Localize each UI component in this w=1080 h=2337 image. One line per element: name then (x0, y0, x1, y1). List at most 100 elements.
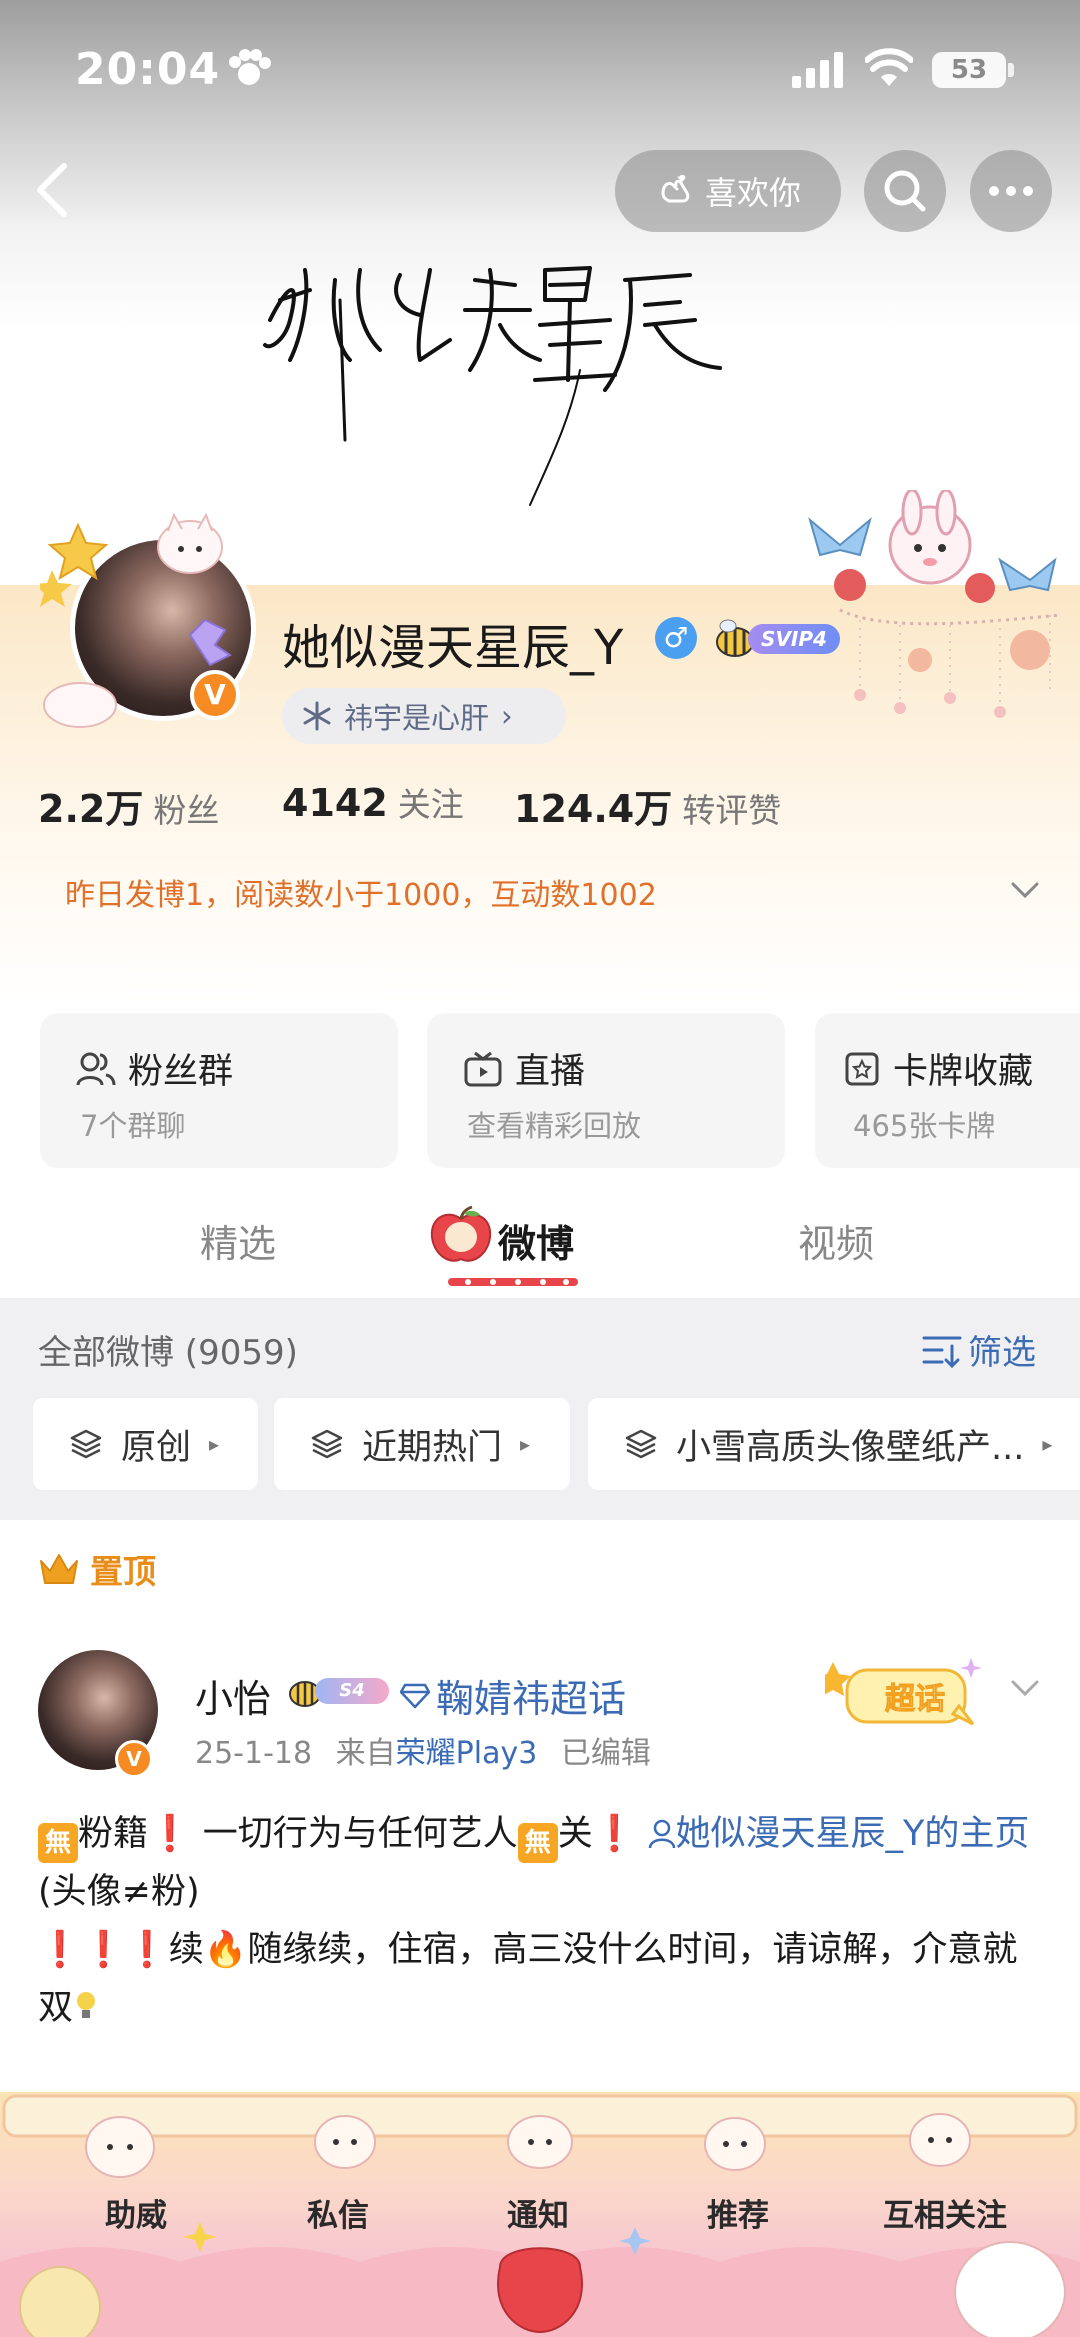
exclamation-icon: ❗ (81, 1930, 126, 1970)
live-subtitle: 查看精彩回放 (467, 1109, 642, 1143)
live-title-text: 直播 (515, 1052, 586, 1092)
chevron-right-icon: › (501, 699, 513, 733)
following-label: 关注 (397, 785, 464, 824)
chip-original-label: 原创 (121, 1427, 192, 1468)
activity-notice: 昨日发博1，阅读数小于1000，互动数1002 (65, 878, 657, 913)
fans-count: 2.2万 (38, 787, 144, 831)
all-posts-count: 全部微博 (9059) (38, 1333, 298, 1373)
apple-icon (430, 1205, 492, 1262)
nav-cheer[interactable]: 助威 (46, 2190, 226, 2235)
card-collection-title-text: 卡牌收藏 (893, 1052, 1034, 1092)
verified-badge: V (115, 1740, 153, 1778)
interactions-count: 124.4万 (514, 787, 673, 831)
chip-recent-hot-label: 近期热门 (362, 1427, 503, 1468)
post-text-c: 关 (557, 1814, 593, 1854)
snowflake-icon (303, 701, 331, 731)
chip-original[interactable]: 原创 ▸ (33, 1398, 258, 1490)
filter-icon (922, 1336, 962, 1368)
triangle-right-icon: ▸ (1042, 1432, 1053, 1456)
search-button[interactable] (864, 150, 946, 232)
filter-label: 筛选 (968, 1333, 1036, 1373)
search-icon (884, 170, 926, 212)
profile-avatar-frame[interactable]: V (40, 505, 260, 745)
like-label: 喜欢你 (704, 174, 801, 212)
nav-recommend[interactable]: 推荐 (648, 2190, 828, 2235)
group-chip[interactable]: 祎宇是心肝 › (282, 688, 566, 744)
card-star-icon (845, 1052, 879, 1085)
fan-group-title: 粉丝群 (76, 1043, 233, 1094)
fans-label: 粉丝 (153, 791, 220, 830)
like-button[interactable]: 喜欢你 (615, 150, 841, 232)
stat-interactions[interactable]: 124.4万 转评赞 (514, 778, 781, 833)
stat-fans[interactable]: 2.2万 粉丝 (38, 778, 219, 833)
diamond-icon (400, 1683, 430, 1708)
stat-following[interactable]: 4142 关注 (282, 778, 464, 826)
fire-icon: 🔥 (203, 1930, 248, 1970)
post-edited: 已编辑 (560, 1736, 651, 1771)
post-body: 無粉籍❗ 一切行为与任何艺人無关❗ 她似漫天星辰_Y的主页 (头像≠粉) ❗❗❗… (38, 1805, 1048, 2037)
tab-weibo[interactable]: 微博 (498, 1213, 574, 1268)
card-collection-card[interactable]: 卡牌收藏 465张卡牌 (815, 1013, 1080, 1168)
signature-calligraphy (263, 266, 722, 506)
level-badge-label: S4 (315, 1678, 389, 1704)
chevron-down-icon[interactable] (1005, 1668, 1045, 1708)
supertopic-badge[interactable]: 超话 (825, 1652, 985, 1734)
verified-badge: V (190, 670, 240, 720)
layers-icon (70, 1429, 102, 1459)
pinned-label: 置顶 (38, 1545, 156, 1593)
more-button[interactable] (970, 150, 1052, 232)
post-text-b: 一切行为与任何艺人 (202, 1814, 518, 1854)
filter-button[interactable]: 筛选 (922, 1325, 1036, 1374)
post-topic-label: 鞠婧祎超话 (436, 1677, 627, 1721)
status-time: 20:04 (75, 44, 221, 95)
tv-icon (464, 1051, 502, 1086)
tab-video[interactable]: 视频 (798, 1213, 874, 1268)
svip-label: SVIP4 (748, 624, 840, 654)
live-title: 直播 (463, 1043, 585, 1094)
layers-icon (311, 1429, 343, 1459)
male-gender-icon: ♂ (655, 617, 697, 659)
chip-recent-hot[interactable]: 近期热门 ▸ (274, 1398, 570, 1490)
pinned-text: 置顶 (90, 1552, 156, 1591)
triangle-right-icon: ▸ (209, 1432, 220, 1456)
signal-icon (792, 52, 843, 88)
post-meta: 25-1-18 来自荣耀Play3 已编辑 (195, 1728, 651, 1772)
post-author-name[interactable]: 小怡 (195, 1668, 271, 1723)
interactions-label: 转评赞 (682, 791, 782, 830)
fan-group-card[interactable]: 粉丝群 7个群聊 (40, 1013, 398, 1168)
exclamation-icon: ❗ (38, 1930, 82, 1970)
group-people-icon (76, 1052, 116, 1085)
card-collection-title: 卡牌收藏 (843, 1043, 1033, 1094)
profile-link[interactable]: 她似漫天星辰_Y的主页 (648, 1814, 1030, 1854)
chip-wallpaper[interactable]: 小雪高质头像壁纸产... ▸ (588, 1398, 1080, 1490)
post-date: 25-1-18 (195, 1736, 313, 1771)
profile-link-text: 她似漫天星辰_Y的主页 (675, 1814, 1030, 1854)
back-icon[interactable] (28, 160, 78, 220)
svip-badge[interactable]: SVIP4 (710, 618, 840, 660)
crown-icon (40, 1554, 78, 1584)
level-badge: S4 (285, 1672, 393, 1710)
layers-icon (625, 1429, 657, 1459)
following-count: 4142 (282, 781, 388, 825)
user-icon (648, 1819, 675, 1849)
chip-wallpaper-label: 小雪高质头像壁纸产... (676, 1427, 1025, 1468)
supertopic-badge-label: 超话 (885, 1682, 946, 1718)
post-topic-link[interactable]: 鞠婧祎超话 (400, 1668, 626, 1723)
exclamation-icon: ❗ (592, 1814, 637, 1854)
tab-featured[interactable]: 精选 (200, 1213, 276, 1268)
nav-messages[interactable]: 私信 (248, 2190, 428, 2235)
post-source[interactable]: 荣耀Play3 (396, 1736, 538, 1771)
nav-mutual-follow[interactable]: 互相关注 (855, 2190, 1035, 2235)
group-chip-label: 祎宇是心肝 (344, 701, 490, 735)
tab-underline-ribbon (448, 1278, 578, 1286)
paw-icon (229, 49, 271, 85)
chevron-down-icon[interactable] (1005, 870, 1045, 910)
nav-notifications[interactable]: 通知 (448, 2190, 628, 2235)
post-text-e: 续 (168, 1930, 204, 1970)
exclamation-icon: ❗ (148, 1814, 192, 1854)
post-text-a: 粉籍 (78, 1814, 149, 1854)
exclamation-icon: ❗ (125, 1930, 169, 1970)
live-card[interactable]: 直播 查看精彩回放 (427, 1013, 785, 1168)
profile-username: 她似漫天星辰_Y (282, 620, 624, 676)
wu-emoji-icon: 無 (38, 1823, 78, 1863)
